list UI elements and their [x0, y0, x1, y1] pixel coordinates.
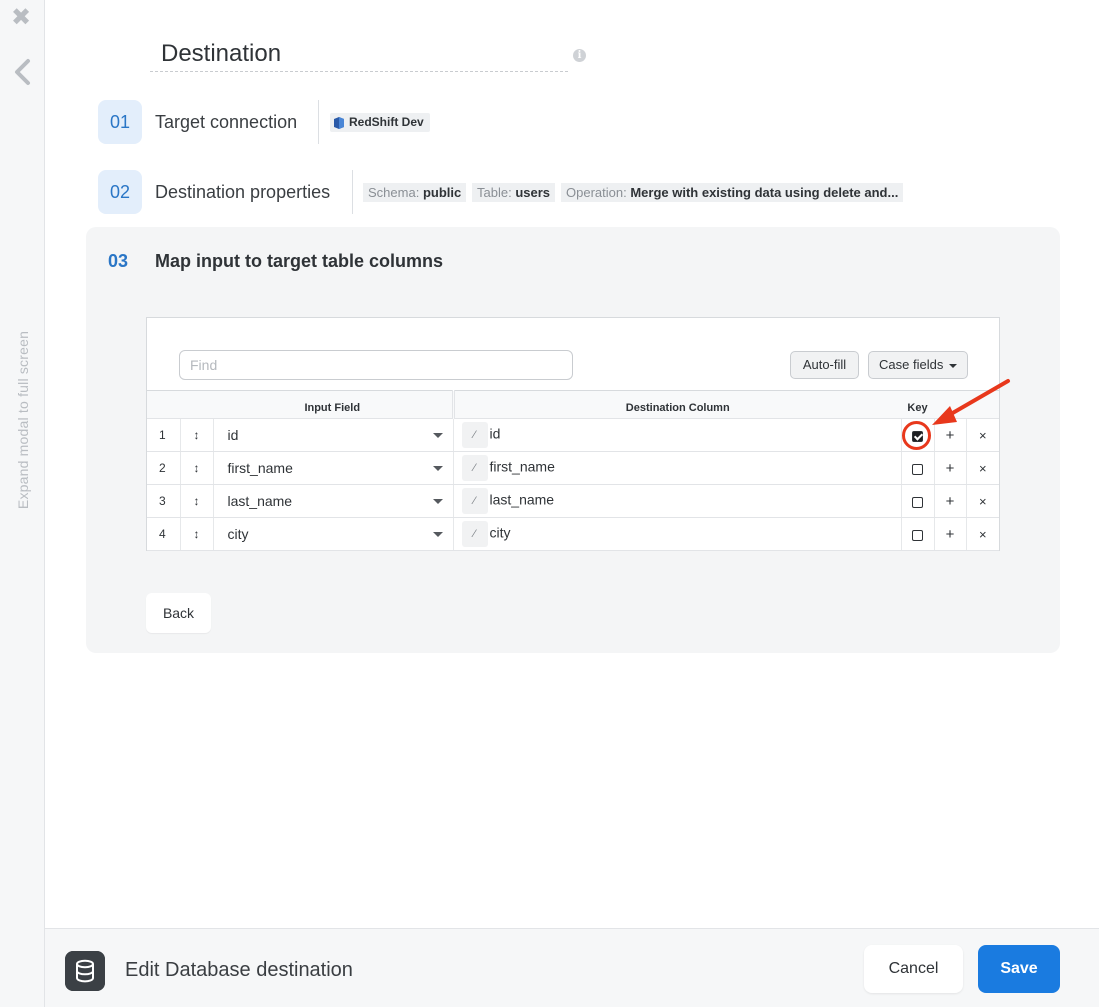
- drag-handle-icon[interactable]: ↕: [180, 517, 214, 551]
- checkbox-unchecked[interactable]: [912, 529, 923, 541]
- highlight-circle: [902, 421, 931, 450]
- chevron-left-icon[interactable]: [12, 58, 34, 86]
- input-field-select[interactable]: city: [213, 517, 454, 551]
- close-icon[interactable]: ✖: [11, 6, 31, 30]
- input-field-select[interactable]: first_name: [213, 451, 454, 485]
- key-checkbox[interactable]: [901, 451, 935, 485]
- step-number-02[interactable]: 02: [98, 170, 142, 214]
- drag-handle-icon[interactable]: ↕: [180, 484, 214, 518]
- row-number: 2: [147, 451, 181, 485]
- mapping-title: Map input to target table columns: [155, 251, 444, 271]
- divider: [352, 170, 353, 214]
- auto-fill-button[interactable]: Auto-fill: [790, 351, 859, 379]
- checkbox-unchecked[interactable]: [912, 496, 923, 508]
- caret-down-icon: [948, 363, 957, 368]
- caret-down-icon: [432, 433, 443, 438]
- drag-header: [180, 390, 213, 419]
- add-row-button[interactable]: +: [934, 451, 967, 485]
- drag-handle-icon[interactable]: ↕: [180, 451, 214, 485]
- remove-row-button[interactable]: ×: [966, 517, 999, 551]
- find-input[interactable]: Find: [179, 350, 573, 380]
- table-row: 3 ↕ last_name ⁄ last_name + ×: [147, 484, 999, 518]
- key-checkbox[interactable]: [901, 484, 935, 518]
- annotation-arrow-icon: [932, 379, 1010, 425]
- info-icon[interactable]: i: [573, 49, 586, 62]
- caret-down-icon: [432, 499, 443, 504]
- table-row: 1 ↕ id ⁄ id + ×: [147, 418, 999, 452]
- redshift-icon: [334, 116, 344, 129]
- row-number: 1: [147, 418, 181, 452]
- row-number: 3: [147, 484, 181, 518]
- mapping-grid: Find Auto-fill Case fields Input Field D…: [146, 317, 1000, 551]
- cancel-button[interactable]: Cancel: [864, 945, 963, 993]
- magic-wand-icon[interactable]: ⁄: [461, 455, 488, 481]
- mapping-table: Input Field Destination Column Key 1 ↕ i…: [147, 390, 999, 551]
- operation-pill: Operation: Merge with existing data usin…: [561, 183, 904, 202]
- add-row-button[interactable]: +: [934, 517, 967, 551]
- caret-down-icon: [432, 532, 443, 537]
- input-field-select[interactable]: last_name: [213, 484, 454, 518]
- drag-handle-icon[interactable]: ↕: [180, 418, 214, 452]
- row-number: 4: [147, 517, 181, 551]
- modal-footer: Edit Database destination Cancel Save: [45, 928, 1099, 1007]
- schema-pill: Schema: public: [363, 183, 467, 202]
- destination-column-input[interactable]: ⁄ first_name: [453, 451, 902, 485]
- footer-title: Edit Database destination: [125, 959, 353, 981]
- checkbox-unchecked[interactable]: [912, 463, 923, 475]
- page-title: Destination: [161, 40, 282, 67]
- input-field-header: Input Field: [213, 390, 455, 419]
- input-field-select[interactable]: id: [213, 418, 454, 452]
- remove-row-button[interactable]: ×: [966, 484, 999, 518]
- destination-column-input[interactable]: ⁄ last_name: [453, 484, 902, 518]
- step-label-target-connection[interactable]: Target connection: [155, 112, 297, 133]
- connection-name: RedShift Dev: [349, 115, 424, 129]
- add-row-button[interactable]: +: [934, 484, 967, 518]
- destination-title-field[interactable]: Destination: [150, 36, 568, 72]
- destination-column-header: Destination Column: [453, 390, 901, 419]
- table-row: 2 ↕ first_name ⁄ first_name + ×: [147, 451, 999, 485]
- save-button[interactable]: Save: [978, 945, 1060, 993]
- step-label-destination-properties[interactable]: Destination properties: [155, 182, 330, 203]
- database-icon: [65, 951, 105, 991]
- magic-wand-icon[interactable]: ⁄: [461, 422, 488, 448]
- side-rail: ✖ Expand modal to full screen: [0, 0, 45, 1007]
- operation-value: Merge with existing data using delete an…: [630, 185, 899, 200]
- row-number-header: [147, 390, 180, 419]
- magic-wand-icon[interactable]: ⁄: [461, 521, 488, 547]
- divider: [318, 100, 319, 144]
- step-number-03: 03: [108, 251, 129, 271]
- destination-column-input[interactable]: ⁄ city: [453, 517, 902, 551]
- table-row: 4 ↕ city ⁄ city + ×: [147, 517, 999, 551]
- destination-column-input[interactable]: ⁄ id: [453, 418, 902, 452]
- connection-badge: RedShift Dev: [330, 113, 430, 132]
- remove-row-button[interactable]: ×: [966, 451, 999, 485]
- table-value: users: [515, 185, 551, 200]
- table-header-row: Input Field Destination Column Key: [147, 390, 999, 419]
- magic-wand-icon[interactable]: ⁄: [461, 488, 488, 514]
- caret-down-icon: [432, 466, 443, 471]
- step-number-01[interactable]: 01: [98, 100, 142, 144]
- expand-modal-link[interactable]: Expand modal to full screen: [15, 331, 31, 509]
- table-pill: Table: users: [472, 183, 556, 202]
- key-checkbox[interactable]: [901, 517, 935, 551]
- schema-value: public: [422, 185, 462, 200]
- back-button[interactable]: Back: [146, 593, 211, 633]
